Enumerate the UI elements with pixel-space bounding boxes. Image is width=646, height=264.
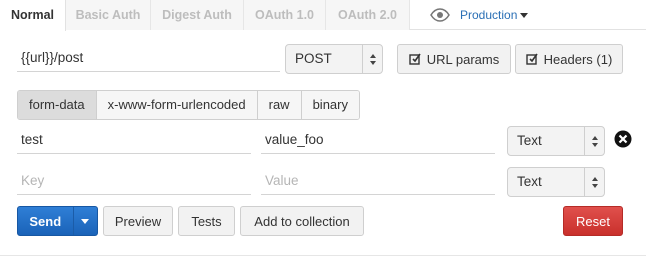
tab-oauth2[interactable]: OAuth 2.0 (326, 0, 410, 30)
body-type-raw[interactable]: raw (257, 91, 302, 119)
param-key-input[interactable] (17, 167, 251, 195)
edit-icon (525, 53, 538, 65)
tab-basic-auth[interactable]: Basic Auth (66, 0, 151, 30)
tests-label: Tests (191, 213, 222, 229)
send-button[interactable]: Send (17, 206, 98, 236)
reset-button[interactable]: Reset (563, 206, 623, 236)
headers-button[interactable]: Headers (1) (515, 44, 623, 74)
body-type-binary[interactable]: binary (301, 91, 359, 119)
chevron-down-icon (81, 218, 90, 224)
eye-icon (430, 8, 450, 22)
select-arrows-icon (362, 45, 382, 73)
tab-digest-auth[interactable]: Digest Auth (151, 0, 244, 30)
chevron-down-icon (520, 13, 529, 18)
param-value-input[interactable] (261, 167, 495, 195)
auth-tabs: Normal Basic Auth Digest Auth OAuth 1.0 … (0, 0, 646, 31)
method-value: POST (295, 51, 332, 66)
add-to-collection-button[interactable]: Add to collection (240, 206, 364, 236)
param-value-input[interactable] (261, 126, 495, 154)
param-type-select[interactable]: Text (507, 126, 605, 156)
edit-icon (409, 53, 421, 65)
param-type-value: Text (517, 174, 542, 189)
remove-param-icon[interactable] (614, 130, 632, 148)
url-params-label: URL params (426, 51, 500, 67)
param-type-select[interactable]: Text (507, 167, 605, 197)
send-label: Send (29, 213, 62, 229)
url-params-button[interactable]: URL params (397, 44, 511, 74)
environment-selector[interactable]: Production (430, 0, 529, 30)
select-arrows-icon (584, 127, 604, 155)
body-type-urlencoded[interactable]: x-www-form-urlencoded (96, 91, 258, 119)
preview-label: Preview (114, 213, 162, 229)
tab-normal[interactable]: Normal (0, 0, 66, 31)
body-type-selector: form-data x-www-form-urlencoded raw bina… (17, 90, 360, 120)
send-options-dropdown[interactable] (72, 207, 97, 235)
param-type-value: Text (517, 133, 542, 148)
add-to-collection-label: Add to collection (254, 213, 350, 229)
tests-button[interactable]: Tests (178, 206, 235, 236)
param-key-input[interactable] (17, 126, 251, 154)
preview-button[interactable]: Preview (103, 206, 173, 236)
url-input[interactable] (17, 44, 280, 72)
tab-oauth1[interactable]: OAuth 1.0 (244, 0, 326, 30)
body-type-form-data[interactable]: form-data (18, 91, 97, 119)
divider (0, 255, 646, 256)
headers-label: Headers (1) (543, 51, 613, 67)
reset-label: Reset (576, 213, 610, 229)
select-arrows-icon (584, 168, 604, 196)
environment-label: Production (460, 8, 518, 22)
method-select[interactable]: POST (285, 44, 383, 74)
